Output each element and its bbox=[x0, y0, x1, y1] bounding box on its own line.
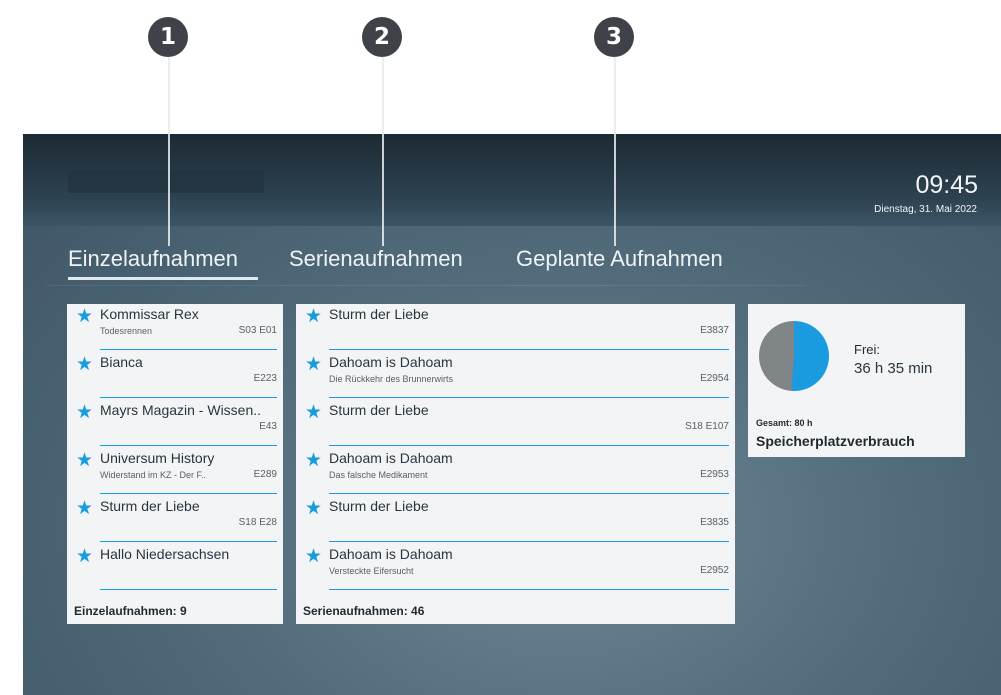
item-title: Sturm der Liebe bbox=[329, 402, 429, 418]
star-icon: ★ bbox=[76, 449, 94, 471]
list-item[interactable]: ★ Sturm der Liebe S18 E28 bbox=[67, 496, 283, 544]
storage-pie-chart bbox=[759, 321, 829, 391]
item-title: Dahoam is Dahoam bbox=[329, 354, 453, 370]
star-icon: ★ bbox=[305, 305, 323, 327]
item-divider bbox=[100, 397, 277, 398]
free-space-label: Frei: bbox=[854, 342, 880, 357]
tab-serienaufnahmen[interactable]: Serienaufnahmen bbox=[289, 246, 463, 272]
item-title: Dahoam is Dahoam bbox=[329, 450, 453, 466]
star-icon: ★ bbox=[76, 545, 94, 567]
series-recordings-panel: ★ Sturm der Liebe E3837 ★ Dahoam is Daho… bbox=[296, 304, 735, 624]
clock: 09:45 bbox=[915, 171, 978, 199]
star-icon: ★ bbox=[305, 497, 323, 519]
item-episode: E223 bbox=[253, 373, 277, 384]
tv-screen: 09:45 Dienstag, 31. Mai 2022 Einzelaufna… bbox=[23, 134, 1001, 695]
item-title: Sturm der Liebe bbox=[329, 306, 429, 322]
star-icon: ★ bbox=[76, 305, 94, 327]
single-recordings-count: Einzelaufnahmen: 9 bbox=[74, 604, 187, 618]
callout-line-3-tv bbox=[614, 134, 616, 246]
date: Dienstag, 31. Mai 2022 bbox=[874, 204, 977, 215]
callout-badge-2: 2 bbox=[362, 17, 402, 57]
item-title: Sturm der Liebe bbox=[329, 498, 429, 514]
item-title: Hallo Niedersachsen bbox=[100, 546, 230, 562]
item-divider bbox=[100, 541, 277, 542]
item-title: Kommissar Rex bbox=[100, 306, 199, 322]
tab-einzelaufnahmen[interactable]: Einzelaufnahmen bbox=[68, 246, 238, 272]
item-episode: E3835 bbox=[700, 517, 729, 528]
item-subtitle: Die Rückkehr des Brunnerwirts bbox=[329, 374, 454, 384]
item-episode: S03 E01 bbox=[238, 325, 277, 336]
star-icon: ★ bbox=[305, 353, 323, 375]
list-item[interactable]: ★ Sturm der Liebe S18 E107 bbox=[296, 400, 735, 448]
item-title: Dahoam is Dahoam bbox=[329, 546, 453, 562]
item-subtitle: Todesrennen bbox=[100, 326, 153, 336]
item-title: Mayrs Magazin - Wissen.. bbox=[100, 402, 262, 418]
tab-geplante-aufnahmen[interactable]: Geplante Aufnahmen bbox=[516, 246, 723, 272]
list-item[interactable]: ★ Dahoam is Dahoam Das falsche Medikamen… bbox=[296, 448, 735, 496]
list-item[interactable]: ★ Hallo Niedersachsen bbox=[67, 544, 283, 592]
item-episode: E2953 bbox=[700, 469, 729, 480]
item-episode: E2952 bbox=[700, 565, 729, 576]
storage-panel: Frei: 36 h 35 min Gesamt: 80 h Speicherp… bbox=[748, 304, 965, 457]
callout-line-2-tv bbox=[382, 134, 384, 246]
star-icon: ★ bbox=[305, 545, 323, 567]
single-recordings-panel: ★ Kommissar Rex Todesrennen S03 E01 ★ Bi… bbox=[67, 304, 283, 624]
channel-logo-area bbox=[68, 171, 264, 193]
item-title: Universum History bbox=[100, 450, 215, 466]
active-tab-indicator bbox=[68, 277, 258, 280]
star-icon: ★ bbox=[76, 497, 94, 519]
item-episode: E43 bbox=[259, 421, 277, 432]
item-title: Bianca bbox=[100, 354, 143, 370]
item-divider bbox=[100, 349, 277, 350]
list-item[interactable]: ★ Dahoam is Dahoam Versteckte Eifersucht… bbox=[296, 544, 735, 592]
item-episode: E289 bbox=[253, 469, 277, 480]
callout-badge-3: 3 bbox=[594, 17, 634, 57]
star-icon: ★ bbox=[305, 449, 323, 471]
item-divider bbox=[100, 493, 277, 494]
item-subtitle: Widerstand im KZ - Der F.. bbox=[100, 470, 207, 480]
item-subtitle: Das falsche Medikament bbox=[329, 470, 428, 480]
item-divider bbox=[329, 445, 729, 446]
annotation-area: 1 2 3 bbox=[0, 0, 1001, 247]
item-subtitle: Versteckte Eifersucht bbox=[329, 566, 414, 576]
list-item[interactable]: ★ Kommissar Rex Todesrennen S03 E01 bbox=[67, 304, 283, 352]
star-icon: ★ bbox=[76, 353, 94, 375]
list-item[interactable]: ★ Sturm der Liebe E3837 bbox=[296, 304, 735, 352]
item-divider bbox=[329, 541, 729, 542]
total-storage: Gesamt: 80 h bbox=[756, 418, 813, 428]
star-icon: ★ bbox=[76, 401, 94, 423]
list-item[interactable]: ★ Sturm der Liebe E3835 bbox=[296, 496, 735, 544]
item-divider bbox=[329, 589, 729, 590]
list-item[interactable]: ★ Universum History Widerstand im KZ - D… bbox=[67, 448, 283, 496]
item-divider bbox=[329, 397, 729, 398]
star-icon: ★ bbox=[305, 401, 323, 423]
list-item[interactable]: ★ Dahoam is Dahoam Die Rückkehr des Brun… bbox=[296, 352, 735, 400]
series-recordings-count: Serienaufnahmen: 46 bbox=[303, 604, 425, 618]
storage-title: Speicherplatzverbrauch bbox=[756, 433, 915, 449]
free-space-value: 36 h 35 min bbox=[854, 360, 933, 377]
item-title: Sturm der Liebe bbox=[100, 498, 200, 514]
list-item[interactable]: ★ Mayrs Magazin - Wissen.. E43 bbox=[67, 400, 283, 448]
item-episode: S18 E28 bbox=[238, 517, 277, 528]
item-divider bbox=[329, 349, 729, 350]
item-divider bbox=[100, 589, 277, 590]
callout-badge-1: 1 bbox=[148, 17, 188, 57]
item-divider bbox=[329, 493, 729, 494]
item-episode: S18 E107 bbox=[685, 421, 729, 432]
item-divider bbox=[100, 445, 277, 446]
callout-line-1-tv bbox=[168, 134, 170, 246]
item-episode: E3837 bbox=[700, 325, 729, 336]
tab-separator bbox=[46, 285, 806, 286]
list-item[interactable]: ★ Bianca E223 bbox=[67, 352, 283, 400]
item-episode: E2954 bbox=[700, 373, 729, 384]
